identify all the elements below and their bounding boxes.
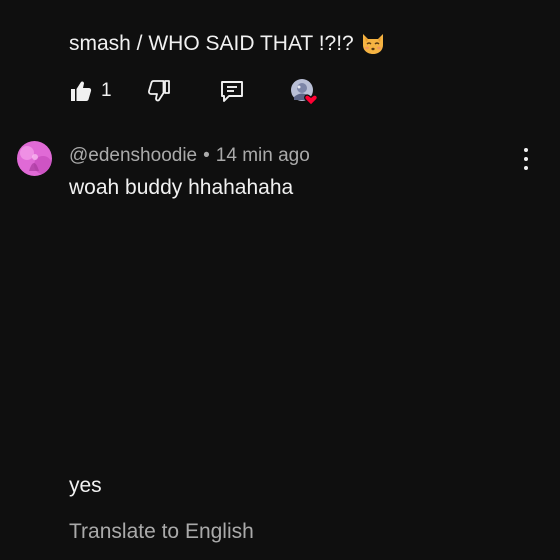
- author-handle[interactable]: @edenshoodie: [69, 145, 197, 166]
- creator-heart-badge: [290, 79, 318, 106]
- kebab-dot: [524, 166, 528, 170]
- dislike-button[interactable]: [147, 78, 171, 104]
- kebab-dot: [524, 157, 528, 161]
- comment-meta: @edenshoodie • 14 min ago: [69, 145, 310, 167]
- previous-comment-text: smash / WHO SAID THAT !?!?: [69, 30, 386, 57]
- comment-text-continued: yes: [69, 474, 102, 497]
- comment-action-bar: 1: [69, 78, 329, 106]
- reply-button[interactable]: [219, 78, 245, 104]
- like-count: 1: [101, 80, 112, 101]
- kebab-dot: [524, 148, 528, 152]
- comment-text: woah buddy hhahahaha: [69, 176, 294, 199]
- like-button[interactable]: 1: [69, 78, 112, 104]
- comments-screen: smash / WHO SAID THAT !?!? 1 @edenshoodi…: [0, 0, 560, 560]
- previous-comment-body: smash / WHO SAID THAT !?!?: [69, 32, 354, 55]
- comment-timestamp: 14 min ago: [215, 145, 310, 166]
- meta-separator: •: [203, 145, 210, 166]
- thumbs-up-icon: [71, 81, 92, 101]
- avatar-image: [17, 141, 52, 176]
- kissing-cat-emoji-icon: [362, 34, 383, 54]
- author-avatar[interactable]: [17, 141, 52, 176]
- thumbs-down-icon: [147, 80, 170, 102]
- more-vert-icon[interactable]: [517, 148, 535, 170]
- creator-heart-icon: [291, 79, 318, 106]
- translate-button[interactable]: Translate to English: [69, 519, 254, 545]
- reply-icon: [221, 81, 243, 102]
